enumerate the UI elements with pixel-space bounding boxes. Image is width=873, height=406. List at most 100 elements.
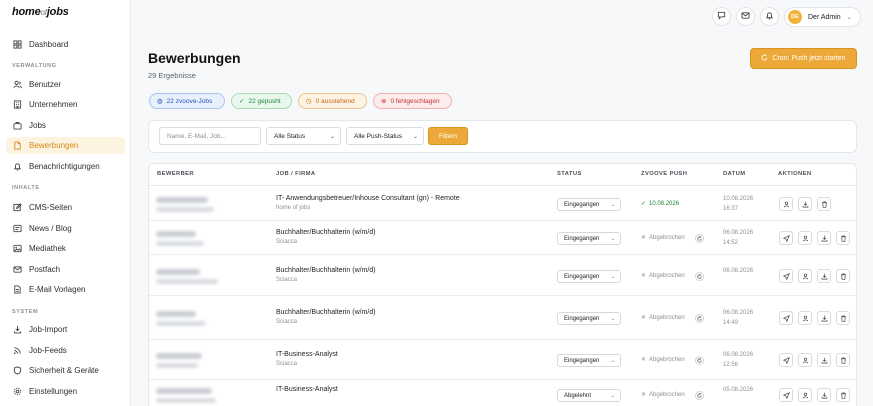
applicant-email-redacted xyxy=(156,241,204,246)
delete-button[interactable] xyxy=(836,231,850,245)
job-title[interactable]: Buchhalter/Buchhalterin (w/m/d) xyxy=(276,267,376,274)
status-select[interactable]: Eingegangen ⌄ xyxy=(557,354,621,367)
status-select[interactable]: Abgelehnt ⌄ xyxy=(557,389,621,402)
row-divider xyxy=(149,295,856,296)
view-applicant-button[interactable] xyxy=(798,388,812,402)
date-value: 06.08.2026 xyxy=(723,230,754,236)
view-applicant-button[interactable] xyxy=(798,353,812,367)
job-title[interactable]: Buchhalter/Buchhalterin (w/m/d) xyxy=(276,229,376,236)
delete-button[interactable] xyxy=(836,353,850,367)
cron-push-button[interactable]: Cron: Push jetzt starten xyxy=(750,48,857,69)
clock-icon: ◷ xyxy=(306,98,312,105)
chevron-down-icon: ⌄ xyxy=(610,315,615,322)
view-applicant-button[interactable] xyxy=(798,311,812,325)
sidebar-item-bewerbungen[interactable]: Bewerbungen xyxy=(6,137,125,154)
download-button[interactable] xyxy=(817,311,831,325)
push-status: ✕ Abgebrochen xyxy=(641,356,685,364)
status-select[interactable]: Alle Status ⌄ xyxy=(266,127,341,145)
sidebar-item-benutzer[interactable]: Benutzer xyxy=(6,76,125,93)
retry-push-button[interactable] xyxy=(695,356,704,365)
push-value: Abgebrochen xyxy=(649,234,685,241)
view-applicant-button[interactable] xyxy=(798,231,812,245)
view-applicant-button[interactable] xyxy=(779,197,793,211)
sidebar-item-job-feeds[interactable]: Job-Feeds xyxy=(6,342,125,359)
sidebar-item-dashboard[interactable]: Dashboard xyxy=(6,36,125,53)
status-value: Eingegangen xyxy=(564,357,600,364)
stat-badge-failed: ⊗ 0 fehlgeschlagen xyxy=(373,93,452,109)
retry-push-button[interactable] xyxy=(695,314,704,323)
logo[interactable]: homeofjobs xyxy=(12,6,69,18)
submitted-date: 06.08.2026 14:52 xyxy=(723,228,753,248)
company-name: Sciacca xyxy=(276,239,298,245)
user-menu[interactable]: DE Der Admin ⌄ xyxy=(784,7,861,27)
status-select[interactable]: Eingegangen ⌄ xyxy=(557,232,621,245)
retry-push-button[interactable] xyxy=(695,234,704,243)
status-select[interactable]: Eingegangen ⌄ xyxy=(557,270,621,283)
push-button[interactable] xyxy=(779,231,793,245)
delete-button[interactable] xyxy=(836,269,850,283)
job-title[interactable]: IT-Business-Analyst xyxy=(276,351,338,358)
filter-button[interactable]: Filtern xyxy=(428,127,468,145)
search-input[interactable]: Name, E-Mail, Job... xyxy=(159,127,261,145)
company-name: home of jobs xyxy=(276,205,311,211)
date-value: 05.08.2026 xyxy=(723,387,754,393)
download-icon xyxy=(802,201,809,208)
delete-button[interactable] xyxy=(836,311,850,325)
download-button[interactable] xyxy=(817,353,831,367)
grid-icon xyxy=(12,40,22,50)
delete-button[interactable] xyxy=(836,388,850,402)
sidebar-item-postfach[interactable]: Postfach xyxy=(6,261,125,278)
check-icon: ✓ xyxy=(239,98,245,105)
bell-icon xyxy=(765,11,774,22)
sidebar-item-sicherheit[interactable]: Sicherheit & Geräte xyxy=(6,362,125,379)
push-value: Abgebrochen xyxy=(649,356,685,363)
template-icon xyxy=(12,285,22,295)
image-icon xyxy=(12,244,22,254)
sidebar-item-news[interactable]: News / Blog xyxy=(6,220,125,237)
status-select[interactable]: Eingegangen ⌄ xyxy=(557,312,621,325)
job-title[interactable]: Buchhalter/Buchhalterin (w/m/d) xyxy=(276,309,376,316)
download-icon xyxy=(821,315,828,322)
sidebar-item-email-vorlagen[interactable]: E-Mail Vorlagen xyxy=(6,281,125,298)
col-header-status: STATUS xyxy=(557,171,582,177)
building-icon xyxy=(12,100,22,110)
time-value: 12:56 xyxy=(723,362,739,368)
sidebar-section-verwaltung: VERWALTUNG xyxy=(12,63,57,69)
view-applicant-button[interactable] xyxy=(798,269,812,283)
chat-button[interactable] xyxy=(712,7,731,26)
sidebar-item-cms[interactable]: CMS-Seiten xyxy=(6,199,125,216)
send-icon xyxy=(782,272,790,280)
push-button[interactable] xyxy=(779,269,793,283)
download-button[interactable] xyxy=(817,231,831,245)
sidebar-item-mediathek[interactable]: Mediathek xyxy=(6,240,125,257)
download-icon xyxy=(821,235,828,242)
download-button[interactable] xyxy=(817,388,831,402)
push-button[interactable] xyxy=(779,311,793,325)
sidebar-item-einstellungen[interactable]: Einstellungen xyxy=(6,383,125,400)
job-title[interactable]: IT- Anwendungsbetreuer/Inhouse Consultan… xyxy=(276,195,460,202)
avatar: DE xyxy=(788,10,802,24)
status-select[interactable]: Eingegangen ⌄ xyxy=(557,198,621,211)
download-icon xyxy=(821,357,828,364)
delete-button[interactable] xyxy=(817,197,831,211)
push-button[interactable] xyxy=(779,388,793,402)
applicant-name-redacted xyxy=(156,311,196,317)
retry-push-button[interactable] xyxy=(695,391,704,400)
download-button[interactable] xyxy=(817,269,831,283)
push-button[interactable] xyxy=(779,353,793,367)
result-count: 29 Ergebnisse xyxy=(148,71,196,80)
sidebar-item-job-import[interactable]: Job-Import xyxy=(6,321,125,338)
push-status-select[interactable]: Alle Push-Status ⌄ xyxy=(346,127,424,145)
job-title[interactable]: IT-Business-Analyst xyxy=(276,386,338,393)
retry-push-button[interactable] xyxy=(695,272,704,281)
chevron-down-icon: ⌄ xyxy=(610,357,615,364)
status-value: Eingegangen xyxy=(564,235,600,242)
download-button[interactable] xyxy=(798,197,812,211)
rss-icon xyxy=(12,346,22,356)
submitted-date: 06.08.2026 xyxy=(723,266,753,276)
sidebar-item-unternehmen[interactable]: Unternehmen xyxy=(6,96,125,113)
notifications-button[interactable] xyxy=(760,7,779,26)
mail-button[interactable] xyxy=(736,7,755,26)
sidebar-item-jobs[interactable]: Jobs xyxy=(6,117,125,134)
sidebar-item-benachrichtigungen[interactable]: Benachrichtigungen xyxy=(6,158,125,175)
